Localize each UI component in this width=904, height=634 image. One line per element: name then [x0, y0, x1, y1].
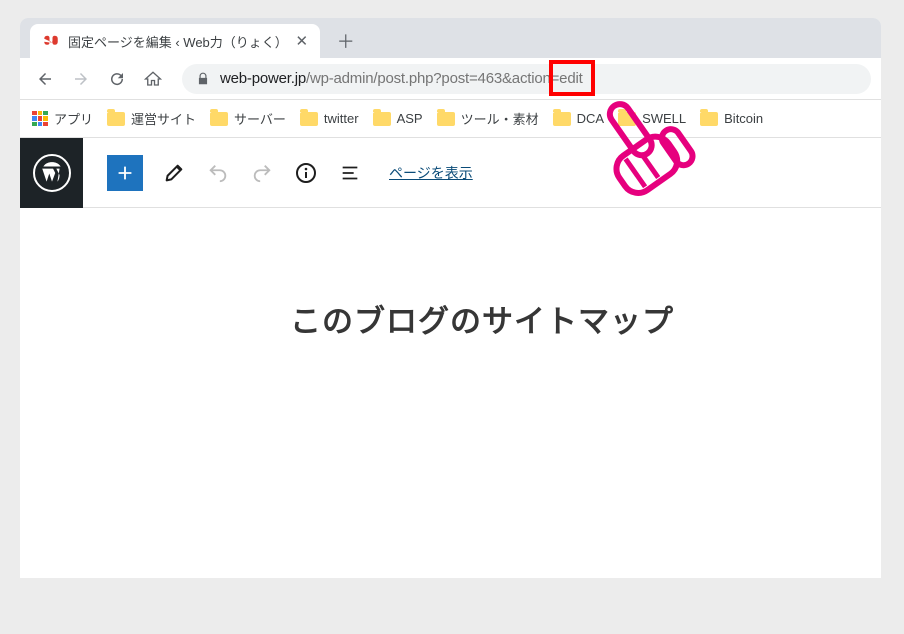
folder-icon [700, 112, 718, 126]
bookmark-label: SWELL [642, 111, 686, 126]
url-highlight: =463& [469, 70, 512, 87]
forward-button[interactable] [66, 64, 96, 94]
folder-icon [618, 112, 636, 126]
apps-label: アプリ [54, 109, 93, 128]
undo-button[interactable] [205, 160, 231, 186]
bookmark-folder[interactable]: twitter [300, 111, 359, 126]
browser-window: 固定ページを編集 ‹ Web力（りょく） ✕ ＋ web-power.jp/wp… [20, 18, 881, 578]
url-path-post: action=edit [512, 70, 583, 87]
editor-area: ページを表示 このブログのサイトマップ [83, 138, 881, 578]
folder-icon [553, 112, 571, 126]
folder-icon [300, 112, 318, 126]
folder-icon [437, 112, 455, 126]
close-tab-icon[interactable]: ✕ [294, 33, 310, 49]
back-button[interactable] [30, 64, 60, 94]
tab-favicon-icon [42, 32, 60, 50]
bookmark-folder[interactable]: ツール・素材 [437, 109, 539, 128]
apps-grid-icon [32, 111, 48, 127]
bookmark-label: DCA [577, 111, 604, 126]
folder-icon [107, 112, 125, 126]
url-path-pre: /wp-admin/post.php?post [306, 70, 469, 87]
edit-mode-button[interactable] [161, 160, 187, 186]
page-title[interactable]: このブログのサイトマップ [290, 296, 674, 578]
new-tab-button[interactable]: ＋ [332, 27, 360, 55]
url-host: web-power.jp [220, 70, 306, 87]
wordpress-logo-icon [33, 154, 71, 192]
folder-icon [210, 112, 228, 126]
view-page-link[interactable]: ページを表示 [389, 163, 473, 183]
tab-title: 固定ページを編集 ‹ Web力（りょく） [68, 32, 288, 51]
active-tab[interactable]: 固定ページを編集 ‹ Web力（りょく） ✕ [30, 24, 320, 58]
bookmark-folder[interactable]: ASP [373, 111, 423, 126]
bookmark-folder[interactable]: 運営サイト [107, 109, 196, 128]
bookmark-folder[interactable]: SWELL [618, 111, 686, 126]
home-button[interactable] [138, 64, 168, 94]
folder-icon [373, 112, 391, 126]
bookmark-label: twitter [324, 111, 359, 126]
address-bar[interactable]: web-power.jp/wp-admin/post.php?post=463&… [182, 64, 871, 94]
bookmark-folder[interactable]: Bitcoin [700, 111, 763, 126]
bookmark-label: ASP [397, 111, 423, 126]
info-button[interactable] [293, 160, 319, 186]
bookmark-label: ツール・素材 [461, 109, 539, 128]
bookmark-label: Bitcoin [724, 111, 763, 126]
lock-icon [196, 72, 210, 86]
bookmarks-bar: アプリ 運営サイト サーバー twitter ASP ツール・素材 DCA S [20, 100, 881, 138]
bookmark-label: サーバー [234, 109, 286, 128]
add-block-button[interactable] [107, 155, 143, 191]
wp-sidebar[interactable] [20, 138, 83, 208]
bookmark-folder[interactable]: サーバー [210, 109, 286, 128]
editor-body[interactable]: このブログのサイトマップ [83, 208, 881, 578]
page-content: ページを表示 このブログのサイトマップ [20, 138, 881, 578]
apps-button[interactable]: アプリ [32, 109, 93, 128]
url-text: web-power.jp/wp-admin/post.php?post=463&… [220, 70, 583, 87]
editor-toolbar: ページを表示 [83, 138, 881, 208]
bookmark-folder[interactable]: DCA [553, 111, 604, 126]
bookmark-label: 運営サイト [131, 109, 196, 128]
browser-toolbar: web-power.jp/wp-admin/post.php?post=463&… [20, 58, 881, 100]
outline-button[interactable] [337, 160, 363, 186]
tab-strip: 固定ページを編集 ‹ Web力（りょく） ✕ ＋ [20, 18, 881, 58]
redo-button[interactable] [249, 160, 275, 186]
reload-button[interactable] [102, 64, 132, 94]
